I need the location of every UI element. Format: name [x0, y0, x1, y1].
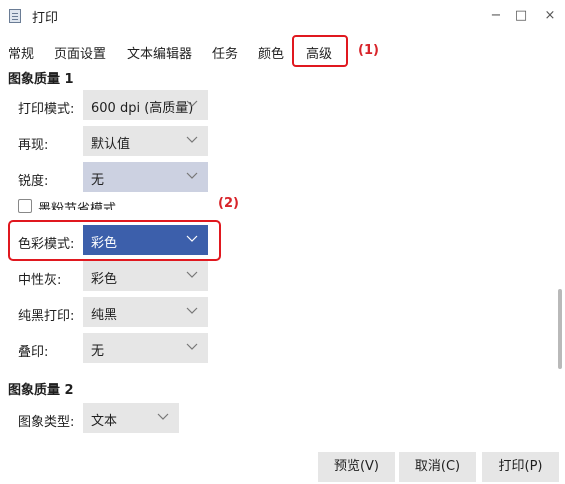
print-mode-value: 600 dpi (高质量) [91, 101, 194, 116]
preview-button[interactable]: 预览(V) [318, 452, 395, 482]
chevron-down-icon [186, 235, 198, 242]
chevron-down-icon [186, 100, 198, 107]
maximize-button[interactable]: □ [509, 4, 533, 28]
advanced-tab-highlight [292, 35, 348, 67]
window-title: 打印 [32, 11, 59, 26]
image-type-value: 文本 [91, 414, 118, 429]
section-title-image-quality-1: 图象质量 1 [8, 72, 74, 87]
close-button[interactable]: × [538, 4, 562, 28]
print-mode-label: 打印模式: [18, 102, 75, 117]
pure-black-select[interactable]: 纯黑 [83, 297, 208, 327]
sharpness-value: 无 [91, 173, 105, 188]
rendering-select[interactable]: 默认值 [83, 126, 208, 156]
color-mode-label: 色彩模式: [18, 237, 75, 252]
toner-save-label: 墨粉节省模式 [38, 202, 117, 210]
print-button[interactable]: 打印(P) [482, 452, 559, 482]
color-mode-select[interactable]: 彩色 [83, 225, 208, 255]
pure-black-label: 纯黑打印: [18, 309, 75, 324]
overprint-value: 无 [91, 344, 105, 359]
chevron-down-icon [186, 271, 198, 278]
tab-color[interactable]: 颜色 [258, 43, 284, 62]
annotation-2: (2) [218, 196, 239, 211]
chevron-down-icon [186, 343, 198, 350]
toner-save-checkbox[interactable] [18, 199, 32, 213]
sharpness-label: 锐度: [18, 174, 49, 189]
neutral-gray-label: 中性灰: [18, 273, 62, 288]
image-type-select[interactable]: 文本 [83, 403, 179, 433]
neutral-gray-value: 彩色 [91, 272, 118, 287]
annotation-1: (1) [358, 43, 379, 58]
rendering-label: 再现: [18, 138, 49, 153]
tab-tasks[interactable]: 任务 [212, 43, 238, 62]
tab-general[interactable]: 常规 [8, 43, 34, 62]
chevron-down-icon [186, 307, 198, 314]
printer-app-icon [9, 9, 21, 23]
chevron-down-icon [157, 413, 169, 420]
overprint-select[interactable]: 无 [83, 333, 208, 363]
cancel-button[interactable]: 取消(C) [399, 452, 476, 482]
color-mode-value: 彩色 [91, 236, 118, 251]
tab-page-setup[interactable]: 页面设置 [54, 43, 106, 62]
tab-text-editor[interactable]: 文本编辑器 [127, 43, 192, 62]
print-mode-select[interactable]: 600 dpi (高质量) [83, 90, 208, 120]
scrollbar-thumb[interactable] [558, 289, 562, 369]
chevron-down-icon [186, 136, 198, 143]
pure-black-value: 纯黑 [91, 308, 118, 323]
image-type-label: 图象类型: [18, 415, 75, 430]
title-bar: 打印 − □ × [0, 0, 565, 32]
tab-bar: 常规 页面设置 文本编辑器 任务 颜色 高级 [0, 36, 565, 66]
overprint-label: 叠印: [18, 345, 49, 360]
rendering-value: 默认值 [91, 137, 131, 152]
section-title-image-quality-2: 图象质量 2 [8, 383, 74, 398]
scrollbar[interactable] [557, 76, 563, 436]
chevron-down-icon [186, 172, 198, 179]
sharpness-select[interactable]: 无 [83, 162, 208, 192]
neutral-gray-select[interactable]: 彩色 [83, 261, 208, 291]
minimize-button[interactable]: − [484, 4, 508, 28]
